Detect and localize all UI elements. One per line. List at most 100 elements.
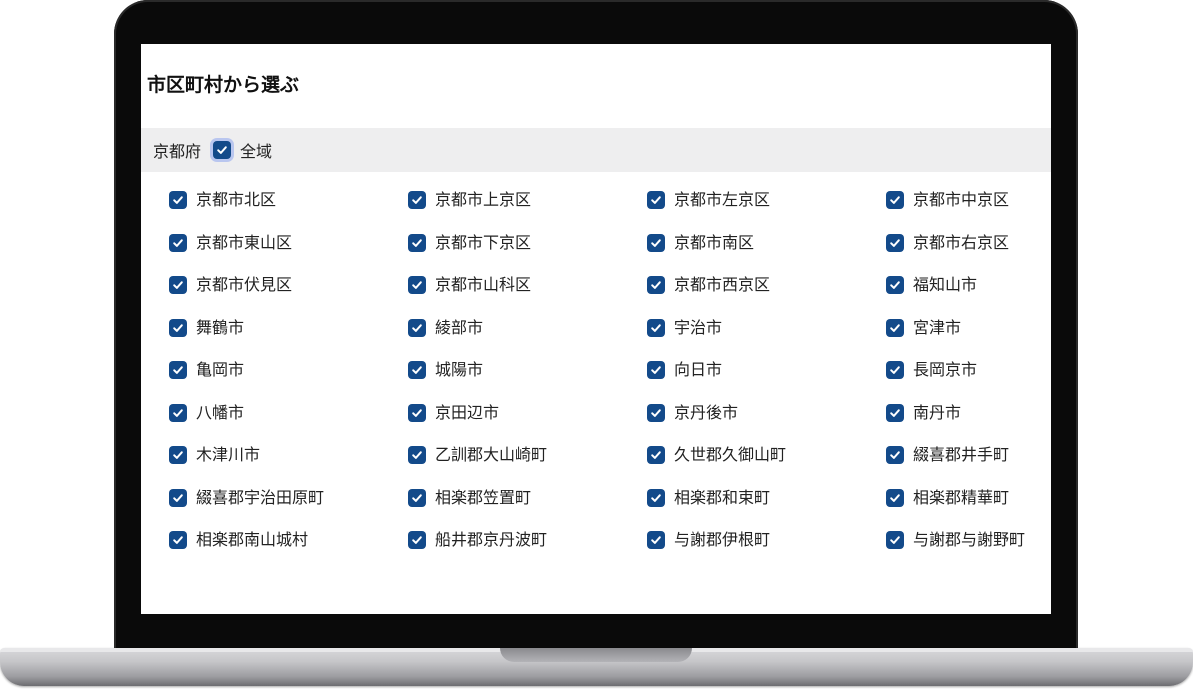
checkmark-icon <box>890 366 900 374</box>
checkmark-icon <box>890 408 900 417</box>
checkbox-checked-icon[interactable] <box>886 361 904 379</box>
municipality-checkbox-item[interactable]: 与謝郡与謝野町 <box>886 531 1051 574</box>
checkbox-checked-icon[interactable] <box>169 403 187 422</box>
checkbox-checked-icon[interactable] <box>408 233 426 252</box>
checkmark-icon <box>173 366 183 374</box>
checkmark-icon <box>890 323 900 332</box>
municipality-checkbox-item[interactable]: 京都市右京区 <box>886 233 1051 277</box>
checkbox-checked-icon[interactable] <box>886 403 904 422</box>
municipality-label: 宇治市 <box>674 317 723 337</box>
checkbox-checked-icon[interactable] <box>647 318 665 337</box>
municipality-checkbox-item[interactable]: 木津川市 <box>169 446 408 489</box>
checkbox-checked-icon[interactable] <box>647 403 665 422</box>
municipality-checkbox-item[interactable]: 宇治市 <box>647 317 886 362</box>
municipality-checkbox-item[interactable]: 相楽郡笠置町 <box>408 487 647 532</box>
municipality-checkbox-item[interactable]: 宮津市 <box>886 318 1051 362</box>
municipality-checkbox-item[interactable]: 乙訓郡大山崎町 <box>408 446 647 489</box>
municipality-checkbox-item[interactable]: 八幡市 <box>169 403 408 447</box>
municipality-checkbox-item[interactable]: 福知山市 <box>886 276 1051 319</box>
municipality-checkbox-item[interactable]: 京都市山科区 <box>408 276 647 319</box>
municipality-checkbox-item[interactable]: 綾部市 <box>408 318 647 362</box>
municipality-checkbox-item[interactable]: 京都市北区 <box>169 191 408 234</box>
checkbox-checked-icon[interactable] <box>647 191 665 209</box>
checkbox-checked-icon[interactable] <box>213 141 232 159</box>
checkbox-checked-icon[interactable] <box>886 531 904 549</box>
municipality-checkbox-item[interactable]: 船井郡京丹波町 <box>408 531 647 574</box>
municipality-checkbox-item[interactable]: 南丹市 <box>886 403 1051 447</box>
checkbox-checked-icon[interactable] <box>169 276 187 294</box>
checkbox-checked-icon[interactable] <box>886 276 904 294</box>
municipality-label: 相楽郡笠置町 <box>435 487 532 507</box>
municipality-label: 京都市伏見区 <box>196 275 293 294</box>
municipality-checkbox-item[interactable]: 相楽郡精華町 <box>886 488 1051 532</box>
municipality-checkbox-item[interactable]: 京都市伏見区 <box>169 276 408 319</box>
checkbox-checked-icon[interactable] <box>408 446 426 464</box>
all-area-label: 全域 <box>240 142 273 161</box>
municipality-checkbox-item[interactable]: 相楽郡南山城村 <box>169 531 408 574</box>
municipality-checkbox-item[interactable]: 京都市中京区 <box>886 191 1051 234</box>
municipality-checkbox-item[interactable]: 久世郡久御山町 <box>647 446 886 489</box>
municipality-checkbox-item[interactable]: 亀岡市 <box>169 361 408 404</box>
municipality-checkbox-item[interactable]: 京都市東山区 <box>169 232 408 277</box>
checkbox-checked-icon[interactable] <box>408 191 426 209</box>
checkbox-checked-icon[interactable] <box>169 488 187 507</box>
checkbox-checked-icon[interactable] <box>169 361 187 379</box>
checkbox-checked-icon[interactable] <box>408 361 426 379</box>
laptop-notch <box>500 648 692 662</box>
checkbox-checked-icon[interactable] <box>647 446 665 464</box>
municipality-label: 京都市西京区 <box>674 275 771 294</box>
municipality-label: 綴喜郡井手町 <box>913 445 1010 464</box>
checkbox-checked-icon[interactable] <box>647 233 665 252</box>
checkbox-checked-icon[interactable] <box>408 318 426 337</box>
checkbox-checked-icon[interactable] <box>169 446 187 464</box>
checkbox-checked-icon[interactable] <box>169 531 187 549</box>
checkbox-checked-icon[interactable] <box>169 191 187 209</box>
checkbox-checked-icon[interactable] <box>886 446 904 464</box>
all-area-checkbox[interactable]: 全域 <box>213 138 272 162</box>
checkmark-icon <box>412 408 422 417</box>
checkbox-checked-icon[interactable] <box>886 233 904 252</box>
municipality-checkbox-item[interactable]: 京丹後市 <box>647 403 886 447</box>
municipality-label: 京都市上京区 <box>435 190 532 209</box>
municipality-checkbox-item[interactable]: 綴喜郡井手町 <box>886 446 1051 489</box>
checkbox-checked-icon[interactable] <box>408 531 426 549</box>
municipality-checkbox-item[interactable]: 京都市西京区 <box>647 276 886 319</box>
municipality-label: 京都市下京区 <box>435 232 532 252</box>
municipality-checkbox-item[interactable]: 与謝郡伊根町 <box>647 531 886 574</box>
municipality-label: 亀岡市 <box>196 360 245 379</box>
checkmark-icon <box>173 451 183 459</box>
municipality-checkbox-item[interactable]: 舞鶴市 <box>169 317 408 362</box>
checkbox-checked-icon[interactable] <box>408 276 426 294</box>
municipality-label: 城陽市 <box>435 360 484 379</box>
checkbox-checked-icon[interactable] <box>169 318 187 337</box>
municipality-label: 相楽郡南山城村 <box>196 530 309 549</box>
checkbox-checked-icon[interactable] <box>886 488 904 507</box>
checkbox-checked-icon[interactable] <box>647 488 665 507</box>
checkmark-icon <box>890 451 900 459</box>
checkmark-icon <box>890 281 900 289</box>
municipality-checkbox-item[interactable]: 長岡京市 <box>886 361 1051 404</box>
municipality-label: 京都市東山区 <box>196 232 293 252</box>
municipality-label: 京都市山科区 <box>435 275 532 294</box>
municipality-checkbox-item[interactable]: 京都市左京区 <box>647 191 886 234</box>
checkbox-checked-icon[interactable] <box>886 318 904 337</box>
checkbox-checked-icon[interactable] <box>408 488 426 507</box>
municipality-checkbox-item[interactable]: 京都市下京区 <box>408 232 647 277</box>
municipality-checkbox-item[interactable]: 相楽郡和束町 <box>647 488 886 532</box>
municipality-checkbox-item[interactable]: 城陽市 <box>408 361 647 404</box>
checkmark-icon <box>651 536 661 544</box>
municipality-checkbox-item[interactable]: 京都市南区 <box>647 233 886 277</box>
checkbox-checked-icon[interactable] <box>886 191 904 209</box>
checkbox-checked-icon[interactable] <box>647 531 665 549</box>
municipality-checkbox-item[interactable]: 綴喜郡宇治田原町 <box>169 488 408 532</box>
checkbox-checked-icon[interactable] <box>647 276 665 294</box>
municipality-checkbox-item[interactable]: 向日市 <box>647 361 886 404</box>
checkbox-checked-icon[interactable] <box>647 361 665 379</box>
municipality-label: 舞鶴市 <box>196 317 245 337</box>
checkmark-icon <box>412 451 422 459</box>
checkbox-checked-icon[interactable] <box>169 233 187 252</box>
municipality-checkbox-item[interactable]: 京田辺市 <box>408 403 647 447</box>
municipality-checkbox-item[interactable]: 京都市上京区 <box>408 191 647 234</box>
municipality-label: 京都市左京区 <box>674 190 771 209</box>
checkbox-checked-icon[interactable] <box>408 403 426 422</box>
